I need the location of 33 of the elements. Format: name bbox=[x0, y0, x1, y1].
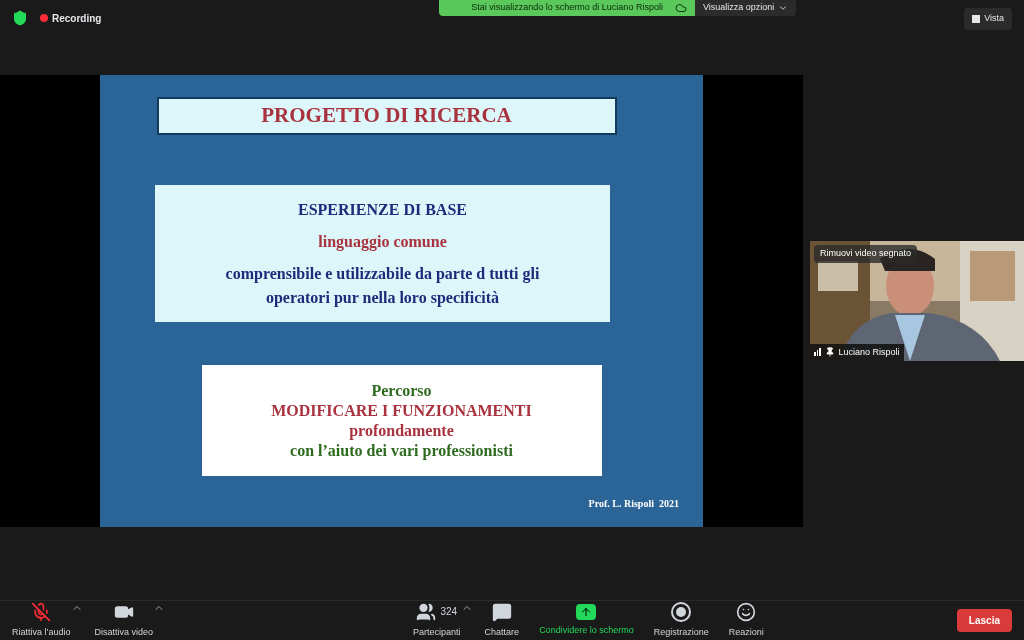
slide-text: ESPERIENZE DI BASE bbox=[298, 199, 467, 220]
slide-text: con l’aiuto dei vari professionisti bbox=[290, 440, 513, 461]
cloud-icon bbox=[674, 2, 687, 14]
video-badge[interactable]: Rimuovi video segnato bbox=[814, 245, 918, 263]
participant-count: 324 bbox=[440, 605, 458, 620]
toolbar-button[interactable]: Chattare bbox=[476, 601, 528, 640]
shield-check-icon[interactable] bbox=[12, 10, 28, 26]
slide-text: profondamente bbox=[349, 420, 454, 441]
record-icon bbox=[671, 601, 692, 622]
toolbar-button[interactable]: Reazioni bbox=[720, 601, 772, 640]
toolbar-button[interactable]: Riattiva l’audio bbox=[4, 601, 79, 640]
chevron-down-icon bbox=[778, 3, 789, 13]
toolbar-button[interactable]: 324 Partecipanti bbox=[405, 601, 469, 640]
recording-label: Recording bbox=[52, 11, 102, 26]
slide-text: linguaggio comune bbox=[318, 231, 447, 253]
signal-icon bbox=[814, 348, 821, 357]
pin-icon bbox=[824, 347, 835, 358]
people-icon bbox=[416, 601, 437, 622]
toolbar-button[interactable]: Registrazione bbox=[645, 601, 717, 640]
chat-bubble-icon bbox=[491, 601, 512, 622]
slide-text: comprensibile e utilizzabile da parte d tutti gli operatori pur nella loro specificità bbox=[224, 263, 541, 309]
share-screen-icon bbox=[576, 603, 597, 620]
title-box: PROGETTO DI RICERCA bbox=[156, 97, 617, 135]
view-button[interactable]: Vista bbox=[964, 8, 1012, 30]
slide-footer: Prof. L. Rispoli 2021 bbox=[588, 496, 679, 511]
share-banner: Stai visualizzando lo schermo di Luciano Rispoli bbox=[439, 0, 695, 16]
view-options-button[interactable]: Visualizza opzioni bbox=[694, 0, 797, 16]
slide-text: MODIFICARE I FUNZIONAMENTI bbox=[271, 400, 532, 421]
slide-text: Percorso bbox=[371, 380, 432, 401]
leave-button[interactable]: Lascia bbox=[956, 609, 1012, 632]
smiley-icon bbox=[736, 601, 757, 622]
toolbar-button[interactable]: Disattiva video bbox=[86, 601, 162, 640]
toolbar-button[interactable]: Condividere lo schermo bbox=[531, 603, 642, 638]
